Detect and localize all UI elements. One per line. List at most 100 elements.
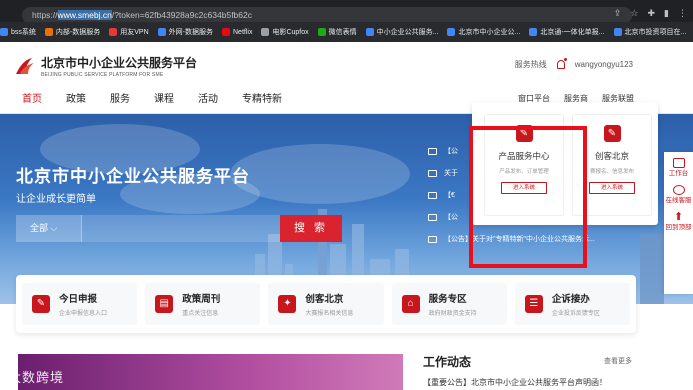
- hotline-link[interactable]: 服务热线: [515, 59, 547, 70]
- chat-icon: [672, 185, 685, 195]
- search-category-select[interactable]: 全部 ⌵: [16, 215, 81, 242]
- bookmark-item[interactable]: 中小企业公共服务...: [365, 27, 438, 37]
- username[interactable]: wangyongyu123: [575, 60, 633, 69]
- nav-item[interactable]: 服务: [110, 90, 130, 105]
- bookmark-favicon-icon: [109, 28, 118, 36]
- bookmark-item[interactable]: 电影Cupfox: [261, 27, 309, 37]
- view-more-link[interactable]: 查看更多: [604, 356, 632, 366]
- browser-actions: ⇪ ☆ ✚ ▮ ⋮: [614, 8, 687, 19]
- bookmark-item[interactable]: bss系统: [0, 27, 36, 37]
- notice-text: 【€: [444, 192, 455, 199]
- service-name: 服务专区: [428, 294, 467, 305]
- bookmark-label: 外网-数据服务: [168, 29, 213, 36]
- service-name: 政策周刊: [182, 294, 221, 305]
- main-nav: 首页 政策 服务 课程 活动 专精特新: [22, 90, 282, 119]
- service-desc: 企业申报信息入口: [59, 311, 108, 317]
- bookmark-favicon-icon: [447, 28, 456, 36]
- news-item[interactable]: 【重要公告】北京市中小企业公共服务平台声明函！: [423, 377, 607, 388]
- service-card[interactable]: ✦ 创客北京 大赛报名相关信息: [268, 283, 384, 325]
- edit-icon: ✎: [603, 125, 621, 142]
- online-service-button[interactable]: 在线客服: [664, 185, 693, 205]
- bookmark-label: 内部-数据服务: [55, 29, 101, 36]
- bookmark-label: Netflix: [233, 28, 253, 36]
- bookmark-item[interactable]: 外网-数据服务: [157, 27, 213, 37]
- bookmark-item[interactable]: 用友VPN: [109, 27, 149, 37]
- service-strip: ✎ 今日申报 企业申报信息入口 ▤ 政策周刊 重点关注信息 ✦ 创客北京 大赛报名相关信息 ⌂ 服务…: [16, 275, 636, 333]
- bell-icon[interactable]: [556, 58, 567, 69]
- bookmark-favicon-icon: [44, 28, 53, 36]
- bookmark-favicon-icon: [365, 28, 374, 36]
- desk-icon: [672, 158, 685, 168]
- hero-title: 北京市中小企业公共服务平台: [16, 167, 250, 186]
- workbench-button[interactable]: 工作台: [664, 158, 693, 178]
- bookmark-item[interactable]: 微信表情: [317, 27, 357, 37]
- url-rest: /?token=62fb43928a9c2c634b5fb62c: [111, 10, 252, 20]
- nav-item[interactable]: 课程: [154, 90, 174, 105]
- bookmark-favicon-icon: [261, 28, 270, 36]
- service-card[interactable]: ☰ 企诉接办 企业投诉反馈专区: [514, 283, 631, 325]
- bookmark-label: 北京市投资项目在...: [624, 29, 687, 36]
- bookmark-item[interactable]: 北京市投资项目在...: [613, 27, 687, 37]
- service-text: 企诉接办 企业投诉反馈专区: [552, 291, 600, 317]
- service-icon: ☰: [524, 295, 543, 313]
- service-card[interactable]: ✎ 今日申报 企业申报信息入口: [22, 283, 138, 325]
- hero-subtitle: 让企业成长更简单: [16, 194, 96, 205]
- bookmark-favicon-icon: [613, 28, 622, 36]
- back-to-top-button[interactable]: ⬆ 回到顶部: [664, 212, 693, 232]
- promo-banner[interactable]: [18, 354, 403, 390]
- bookmark-label: 北京市中小企业公...: [458, 29, 521, 36]
- search-button[interactable]: 搜 索: [280, 215, 342, 242]
- menu-icon[interactable]: ⋮: [678, 8, 687, 19]
- bookmark-item[interactable]: 北京通-一体化单报...: [529, 27, 605, 37]
- star-icon[interactable]: ☆: [630, 8, 638, 19]
- enter-system-button[interactable]: 进入系统: [589, 182, 635, 194]
- bookmark-favicon-icon: [317, 28, 326, 36]
- sidebar-icon[interactable]: ▮: [664, 8, 669, 19]
- service-desc: 政府财政资金支持: [428, 311, 477, 317]
- nav-item[interactable]: 政策: [66, 90, 86, 105]
- message-icon: [428, 169, 437, 177]
- bookmark-favicon-icon: [529, 28, 538, 36]
- bookmark-item[interactable]: 内部-数据服务: [44, 27, 101, 37]
- service-desc: 大赛报名相关信息: [305, 311, 354, 317]
- message-icon: [428, 213, 437, 221]
- service-name: 创客北京: [305, 294, 344, 305]
- service-name: 今日申报: [59, 294, 98, 305]
- service-icon: ▤: [155, 295, 174, 313]
- site-logo[interactable]: 北京市中小企业公共服务平台 BEIJING PUBLIC SERVICE PLA…: [14, 54, 197, 78]
- service-text: 创客北京大赛报名相关信息: [305, 291, 353, 317]
- nav-item[interactable]: 活动: [198, 90, 218, 105]
- service-card[interactable]: ▤ 政策周刊重点关注信息: [145, 283, 261, 325]
- url-prefix: https://: [32, 10, 58, 20]
- chevron-down-icon: ⌵: [50, 223, 58, 233]
- work-news-title: 工作动态: [423, 355, 472, 369]
- url-domain: www.smebj.cn: [57, 10, 112, 20]
- message-icon: [428, 191, 437, 199]
- nav-item[interactable]: 专精特新: [242, 90, 282, 105]
- share-icon[interactable]: ⇪: [614, 8, 622, 19]
- logo-title: 北京市中小企业公共服务平台: [41, 56, 198, 70]
- bookmark-item[interactable]: 北京市中小企业公...: [447, 27, 520, 37]
- service-desc: 企业投诉反馈专区: [551, 311, 600, 317]
- bookmark-favicon-icon: [157, 28, 166, 36]
- web-page: 北京市中小企业公共服务平台 BEIJING PUBLIC SERVICE PLA…: [0, 42, 693, 390]
- message-icon: [428, 235, 437, 243]
- service-text: 政策周刊重点关注信息: [182, 291, 220, 317]
- highlight-annotation-box: [469, 126, 587, 268]
- search-input[interactable]: [81, 215, 280, 242]
- service-card[interactable]: ⌂ 服务专区 政府财政资金支持: [391, 283, 507, 325]
- logo-emblem-icon: [14, 56, 36, 76]
- service-text: 服务专区政府财政资金支持: [429, 291, 477, 317]
- bookmarks-bar: bss系统 内部-数据服务 用友VPN 外网-数据服务 Netflix 电影Cupfox 微…: [0, 22, 693, 42]
- extensions-icon[interactable]: ✚: [648, 8, 656, 19]
- search-bar: 全部 ⌵ 搜 索: [16, 215, 342, 242]
- bookmark-item[interactable]: Netflix: [222, 28, 252, 36]
- service-desc: 重点关注信息: [182, 311, 219, 317]
- bookmark-label: 北京通-一体化单报...: [540, 29, 605, 36]
- notice-text: 【公: [444, 148, 458, 155]
- bookmark-label: bss系统: [11, 29, 36, 36]
- logo-subtitle: BEIJING PUBLIC SERVICE PLATFORM FOR SME: [41, 72, 164, 78]
- nav-item[interactable]: 首页: [22, 90, 42, 119]
- bookmark-favicon-icon: [222, 28, 230, 36]
- header-right: 服务热线 wangyongyu123: [515, 58, 633, 70]
